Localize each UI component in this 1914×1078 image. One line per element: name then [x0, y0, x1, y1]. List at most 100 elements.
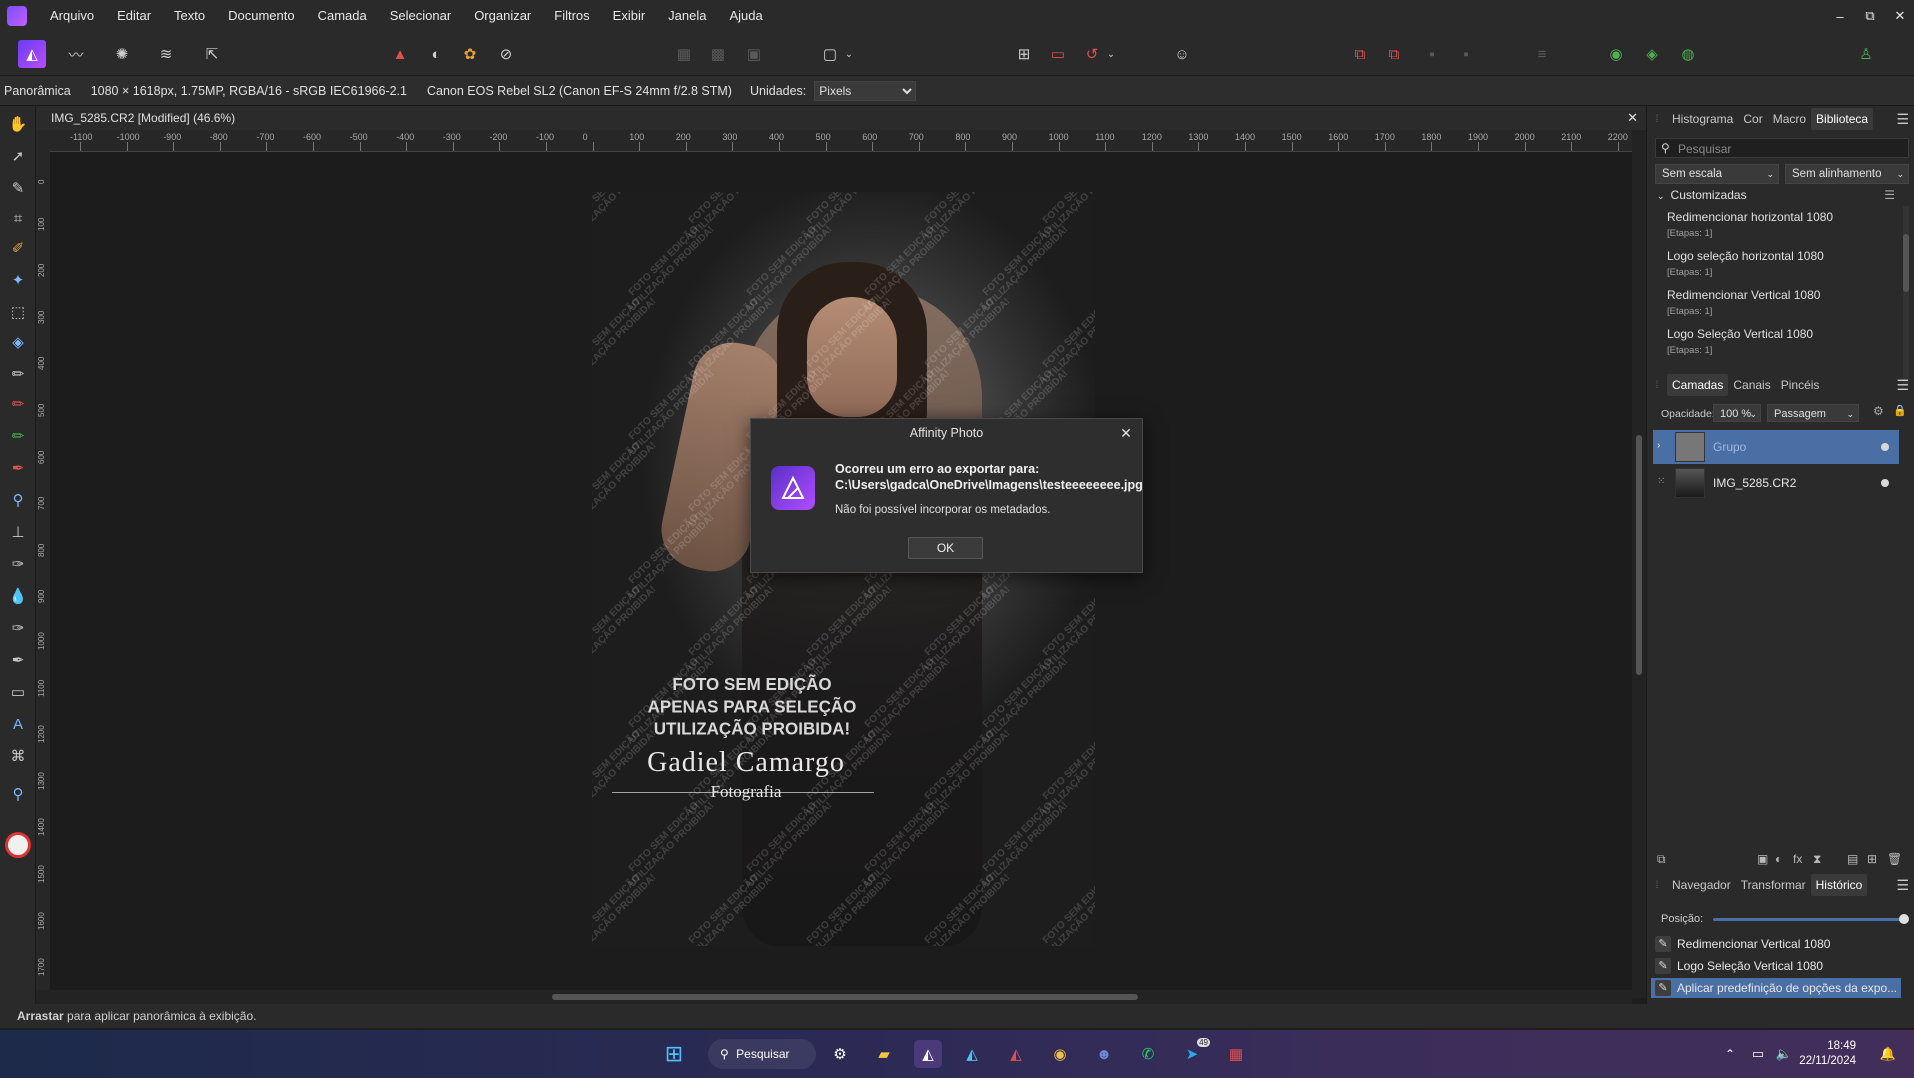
app-icon[interactable]: ▦ — [1222, 1040, 1250, 1068]
auto-white-balance-icon[interactable]: ⊘ — [492, 40, 520, 68]
horizontal-scrollbar[interactable] — [36, 990, 1632, 1004]
chevron-up-icon[interactable]: ⌃ — [1716, 1040, 1744, 1068]
network-icon[interactable]: ▭ — [1744, 1040, 1772, 1068]
auto-contrast-icon[interactable]: ◐ — [422, 40, 450, 68]
blend-mode-dropdown[interactable]: Passagem ⌄ — [1767, 404, 1859, 422]
history-item-selected[interactable]: ✎ Aplicar predefinição de opções da expo.… — [1651, 978, 1901, 998]
photo-persona-icon[interactable]: ◭ — [18, 40, 46, 68]
vertical-scrollbar[interactable] — [1632, 130, 1646, 998]
inpainting-tool-icon[interactable]: ✑ — [6, 552, 30, 576]
trash-icon[interactable]: 🗑 — [1887, 852, 1902, 866]
rotate-icon[interactable]: ↺ — [1078, 40, 1106, 68]
lock-icon[interactable]: 🔒 — [1893, 404, 1907, 417]
menu-documento[interactable]: Documento — [214, 0, 303, 32]
position-slider[interactable] — [1713, 914, 1909, 924]
rotate-chevron-icon[interactable]: ⌄ — [1104, 40, 1118, 68]
tab-camadas[interactable]: Camadas — [1667, 374, 1729, 396]
layer-blend-icon[interactable]: ⧉ — [1657, 852, 1666, 867]
library-category[interactable]: ⌄ Customizadas ☰ — [1657, 188, 1901, 204]
selection-brush-icon[interactable]: ✐ — [6, 236, 30, 260]
export-persona-icon[interactable]: ⇱ — [198, 40, 226, 68]
affinity-designer-icon[interactable]: ◭ — [958, 1040, 986, 1068]
macro-item[interactable]: Logo seleção horizontal 1080 [Etapas: 1] — [1667, 249, 1887, 278]
levels-icon[interactable]: ▲ — [386, 40, 414, 68]
opacity-field[interactable]: 100 % ⌄ — [1713, 404, 1761, 422]
smudge-brush-icon[interactable]: ✑ — [6, 616, 30, 640]
arrange-front-icon[interactable]: ▪ — [1418, 40, 1446, 68]
adjustment-icon[interactable]: ◐ — [1775, 852, 1782, 866]
quick-mask-icon[interactable]: ▢ — [816, 40, 844, 68]
panel-grip-icon[interactable]: ⁞ — [1647, 380, 1667, 391]
auto-colour-icon[interactable]: ✿ — [456, 40, 484, 68]
menu-ajuda[interactable]: Ajuda — [715, 0, 771, 32]
affinity-publisher-icon[interactable]: ◭ — [1002, 1040, 1030, 1068]
close-icon[interactable]: ✕ — [1116, 423, 1136, 443]
taskbar-search[interactable]: ⚲ Pesquisar — [708, 1039, 816, 1069]
deselect-icon[interactable]: ▩ — [704, 40, 732, 68]
hand-tool-icon[interactable]: ✋ — [6, 112, 30, 136]
arrange-top-icon[interactable]: ▪ — [1452, 40, 1480, 68]
arrange-forward-icon[interactable]: ⧉ — [1380, 40, 1408, 68]
history-item[interactable]: ✎ Redimencionar Vertical 1080 — [1651, 934, 1901, 954]
new-layer-icon[interactable]: ⊞ — [1867, 852, 1877, 866]
flood-fill-icon[interactable]: ◈ — [6, 330, 30, 354]
develop-persona-icon[interactable]: ✺ — [108, 40, 136, 68]
menu-texto[interactable]: Texto — [160, 0, 214, 32]
straighten-icon[interactable]: ⊞ — [1010, 40, 1038, 68]
panel-grip-icon[interactable]: ⁞ — [1647, 114, 1667, 125]
vertical-scroll-thumb[interactable] — [1636, 435, 1642, 675]
restore-button[interactable]: ⧉ — [1854, 0, 1886, 32]
category-menu-icon[interactable]: ☰ — [1884, 188, 1895, 202]
panel-menu-icon[interactable]: ☰ — [1896, 377, 1909, 394]
invert-selection-icon[interactable]: ▣ — [740, 40, 768, 68]
assistant-icon[interactable]: ☺ — [1168, 40, 1196, 68]
ok-button[interactable]: OK — [908, 537, 983, 559]
panel-grip-icon[interactable]: ⁞ — [1647, 880, 1667, 891]
boolean-subtract-icon[interactable]: ◈ — [1638, 40, 1666, 68]
tab-navegador[interactable]: Navegador — [1667, 874, 1736, 896]
pen-tool-icon[interactable]: ✒ — [6, 648, 30, 672]
menu-organizar[interactable]: Organizar — [460, 0, 540, 32]
blur-brush-icon[interactable]: 💧 — [6, 584, 30, 608]
macro-item[interactable]: Redimencionar Vertical 1080 [Etapas: 1] — [1667, 288, 1887, 317]
user-account-icon[interactable]: ♙ — [1852, 40, 1880, 68]
visibility-dot-icon[interactable] — [1881, 479, 1889, 487]
zoom-tool-icon[interactable]: ⚲ — [6, 488, 30, 512]
chrome-icon[interactable]: ◉ — [1046, 1040, 1074, 1068]
document-tab[interactable]: IMG_5285.CR2 [Modified] (46.6%) ✕ — [36, 106, 1646, 130]
mesh-warp-icon[interactable]: ⌘ — [6, 744, 30, 768]
panel-menu-icon[interactable]: ☰ — [1896, 111, 1909, 128]
flip-horizontal-icon[interactable]: ▭ — [1044, 40, 1072, 68]
settings-gear-icon[interactable]: ⚙ — [826, 1040, 854, 1068]
menu-arquivo[interactable]: Arquivo — [34, 0, 103, 32]
colour-picker-icon[interactable]: ✎ — [6, 176, 30, 200]
panel-menu-icon[interactable]: ☰ — [1896, 877, 1909, 894]
whatsapp-icon[interactable]: ✆ — [1134, 1040, 1162, 1068]
units-select[interactable]: Pixels — [814, 80, 917, 101]
rectangle-tool-icon[interactable]: ▭ — [6, 680, 30, 704]
close-document-icon[interactable]: ✕ — [1627, 106, 1638, 130]
discord-icon[interactable]: ☻ — [1090, 1040, 1118, 1068]
menu-camada[interactable]: Camada — [304, 0, 376, 32]
menu-editar[interactable]: Editar — [103, 0, 160, 32]
telegram-icon[interactable]: ➤ 49 — [1178, 1038, 1210, 1068]
macro-item[interactable]: Redimencionar horizontal 1080 [Etapas: 1] — [1667, 210, 1887, 239]
menu-selecionar[interactable]: Selecionar — [376, 0, 460, 32]
history-item[interactable]: ✎ Logo Seleção Vertical 1080 — [1651, 956, 1901, 976]
clock[interactable]: 18:49 22/11/2024 — [1796, 1039, 1856, 1069]
move-tool-icon[interactable]: ➚ — [6, 144, 30, 168]
mask-layer-icon[interactable]: ▣ — [1757, 852, 1768, 866]
tab-histograma[interactable]: Histograma — [1667, 108, 1738, 130]
library-scroll-thumb[interactable] — [1903, 234, 1909, 292]
tab-transformar[interactable]: Transformar — [1736, 874, 1811, 896]
liquify-persona-icon[interactable]: 〰 — [62, 40, 90, 68]
align-icon[interactable]: ≡ — [1528, 40, 1556, 68]
tab-macro[interactable]: Macro — [1768, 108, 1811, 130]
visibility-dot-icon[interactable] — [1881, 443, 1889, 451]
horizontal-scroll-thumb[interactable] — [552, 994, 1138, 1000]
position-slider-knob[interactable] — [1899, 914, 1909, 924]
dodge-brush-icon[interactable]: ✏ — [6, 424, 30, 448]
menu-janela[interactable]: Janela — [654, 0, 715, 32]
stamp-tool-icon[interactable]: ⊥ — [6, 520, 30, 544]
library-search-input[interactable]: ⚲ Pesquisar — [1655, 138, 1909, 158]
